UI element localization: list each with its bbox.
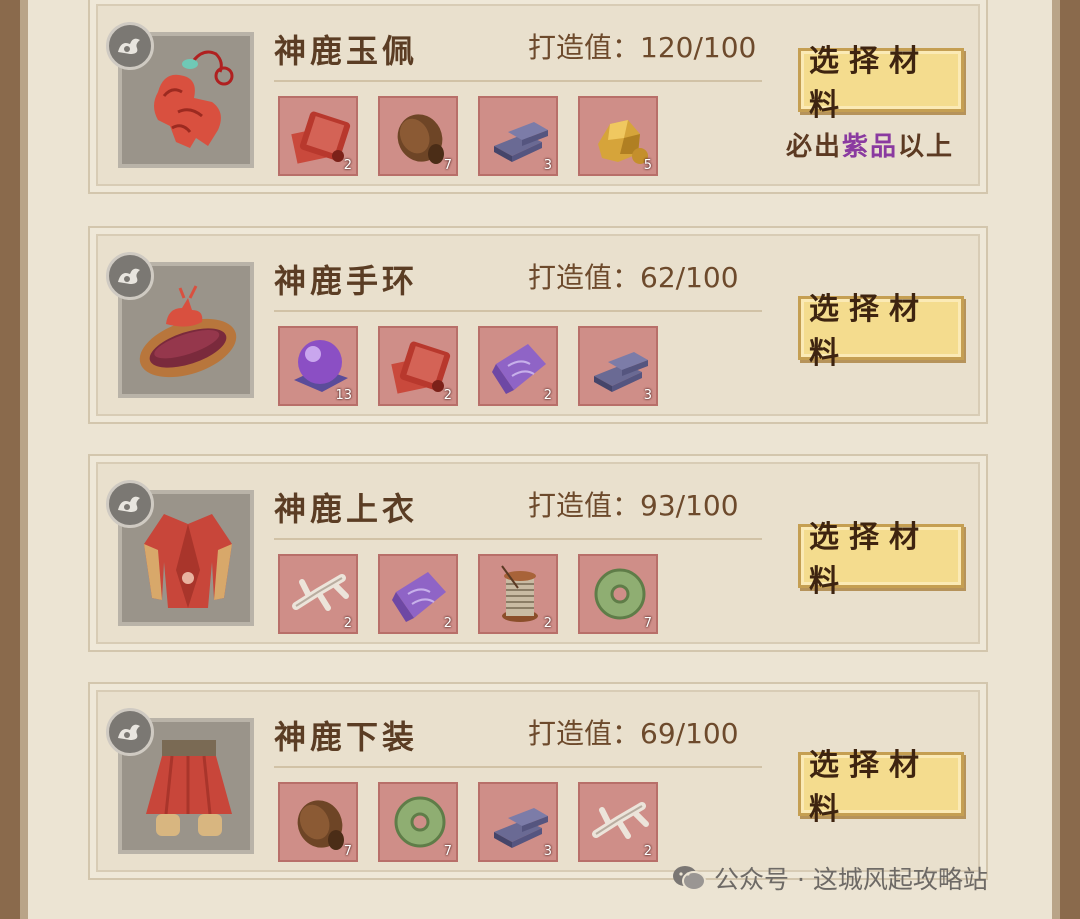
note-suffix: 以上 [898,132,955,162]
material-qty: 7 [343,844,352,859]
forge-label: 打造值： [528,261,641,294]
material-qty: 13 [335,388,352,403]
forge-value: 120/100 [640,31,757,64]
purple-silk-icon [491,343,547,395]
set-emblem-icon [106,22,154,70]
material-qty: 2 [543,616,552,631]
forge-label: 打造值： [528,489,641,522]
equipment-name: 神鹿上衣 [274,490,419,528]
equipment-card-pendant: 神鹿玉佩 打造值：120/100 2 7 3 5 选择材料 必出紫品以上 [88,0,988,194]
material-qty: 2 [343,616,352,631]
iron-ingot-icon [594,352,648,392]
forge-value-text: 打造值：69/100 [528,712,739,752]
forge-value-text: 打造值：120/100 [528,26,756,66]
material-slot[interactable]: 2 [378,554,458,634]
material-qty: 2 [443,616,452,631]
set-emblem-icon [106,480,154,528]
divider [274,310,762,312]
material-slot[interactable]: 2 [378,326,458,406]
select-materials-button[interactable]: 选择材料 [798,292,964,371]
material-slot[interactable]: 13 [278,326,358,406]
material-qty: 7 [443,844,452,859]
note-highlight: 紫品 [842,132,899,162]
jade-disc-icon [394,796,446,848]
brown-fur-icon [389,106,451,168]
material-qty: 2 [343,158,352,173]
equipment-name: 神鹿玉佩 [274,32,419,70]
equipment-name: 神鹿手环 [274,262,419,300]
material-qty: 3 [543,158,552,173]
material-slot[interactable]: 2 [578,782,658,862]
material-slot[interactable]: 2 [478,554,558,634]
divider [274,538,762,540]
jade-disc-icon [594,568,646,620]
gold-ore-icon [598,120,648,164]
red-cloth-bolt-icon [291,110,352,164]
equipment-name: 神鹿下装 [274,718,419,756]
material-slot[interactable]: 7 [378,96,458,176]
material-qty: 7 [643,616,652,631]
forge-value-text: 打造值：62/100 [528,256,739,296]
forge-label: 打造值： [528,31,641,64]
material-slot[interactable]: 7 [578,554,658,634]
equipment-card-top: 神鹿上衣 打造值：93/100 2 2 2 7 选择材料 [88,454,988,652]
equipment-card-bottom: 神鹿下装 打造值：69/100 7 7 3 2 选择材料 [88,682,988,880]
material-qty: 2 [643,844,652,859]
brown-fur-icon [289,792,351,854]
forge-value: 93/100 [640,489,739,522]
select-materials-button[interactable]: 选择材料 [798,44,964,123]
divider [274,80,762,82]
material-qty: 2 [543,388,552,403]
set-emblem-icon [106,708,154,756]
forge-value: 62/100 [640,261,739,294]
wechat-icon [673,866,706,891]
material-qty: 5 [643,158,652,173]
forge-value-text: 打造值：93/100 [528,484,739,524]
divider [274,766,762,768]
forge-value: 69/100 [640,717,739,750]
material-slot[interactable]: 3 [478,782,558,862]
material-slot[interactable]: 2 [478,326,558,406]
equipment-card-bracelet: 神鹿手环 打造值：62/100 13 2 2 3 选择材料 [88,226,988,424]
antler-bone-icon [288,562,352,626]
material-qty: 3 [643,388,652,403]
select-materials-button[interactable]: 选择材料 [798,748,964,827]
quality-note: 必出紫品以上 [786,126,954,163]
note-prefix: 必出 [786,132,843,162]
material-slot[interactable]: 7 [278,782,358,862]
red-cloth-bolt-icon [391,340,452,394]
purple-silk-icon [391,571,447,623]
material-qty: 7 [443,158,452,173]
antler-bone-icon [588,790,652,854]
select-materials-button[interactable]: 选择材料 [798,520,964,599]
material-slot[interactable]: 5 [578,96,658,176]
material-slot[interactable]: 3 [578,326,658,406]
watermark-text: 公众号 · 这城风起攻略站 [714,865,988,894]
material-slot[interactable]: 3 [478,96,558,176]
thread-spool-icon [501,565,539,623]
material-qty: 2 [443,388,452,403]
material-slot[interactable]: 2 [278,96,358,176]
iron-ingot-icon [494,122,548,162]
material-slot[interactable]: 7 [378,782,458,862]
material-slot[interactable]: 2 [278,554,358,634]
set-emblem-icon [106,252,154,300]
material-qty: 3 [543,844,552,859]
iron-ingot-icon [494,808,548,848]
watermark: 公众号 · 这城风起攻略站 [672,858,988,898]
forge-label: 打造值： [528,717,641,750]
